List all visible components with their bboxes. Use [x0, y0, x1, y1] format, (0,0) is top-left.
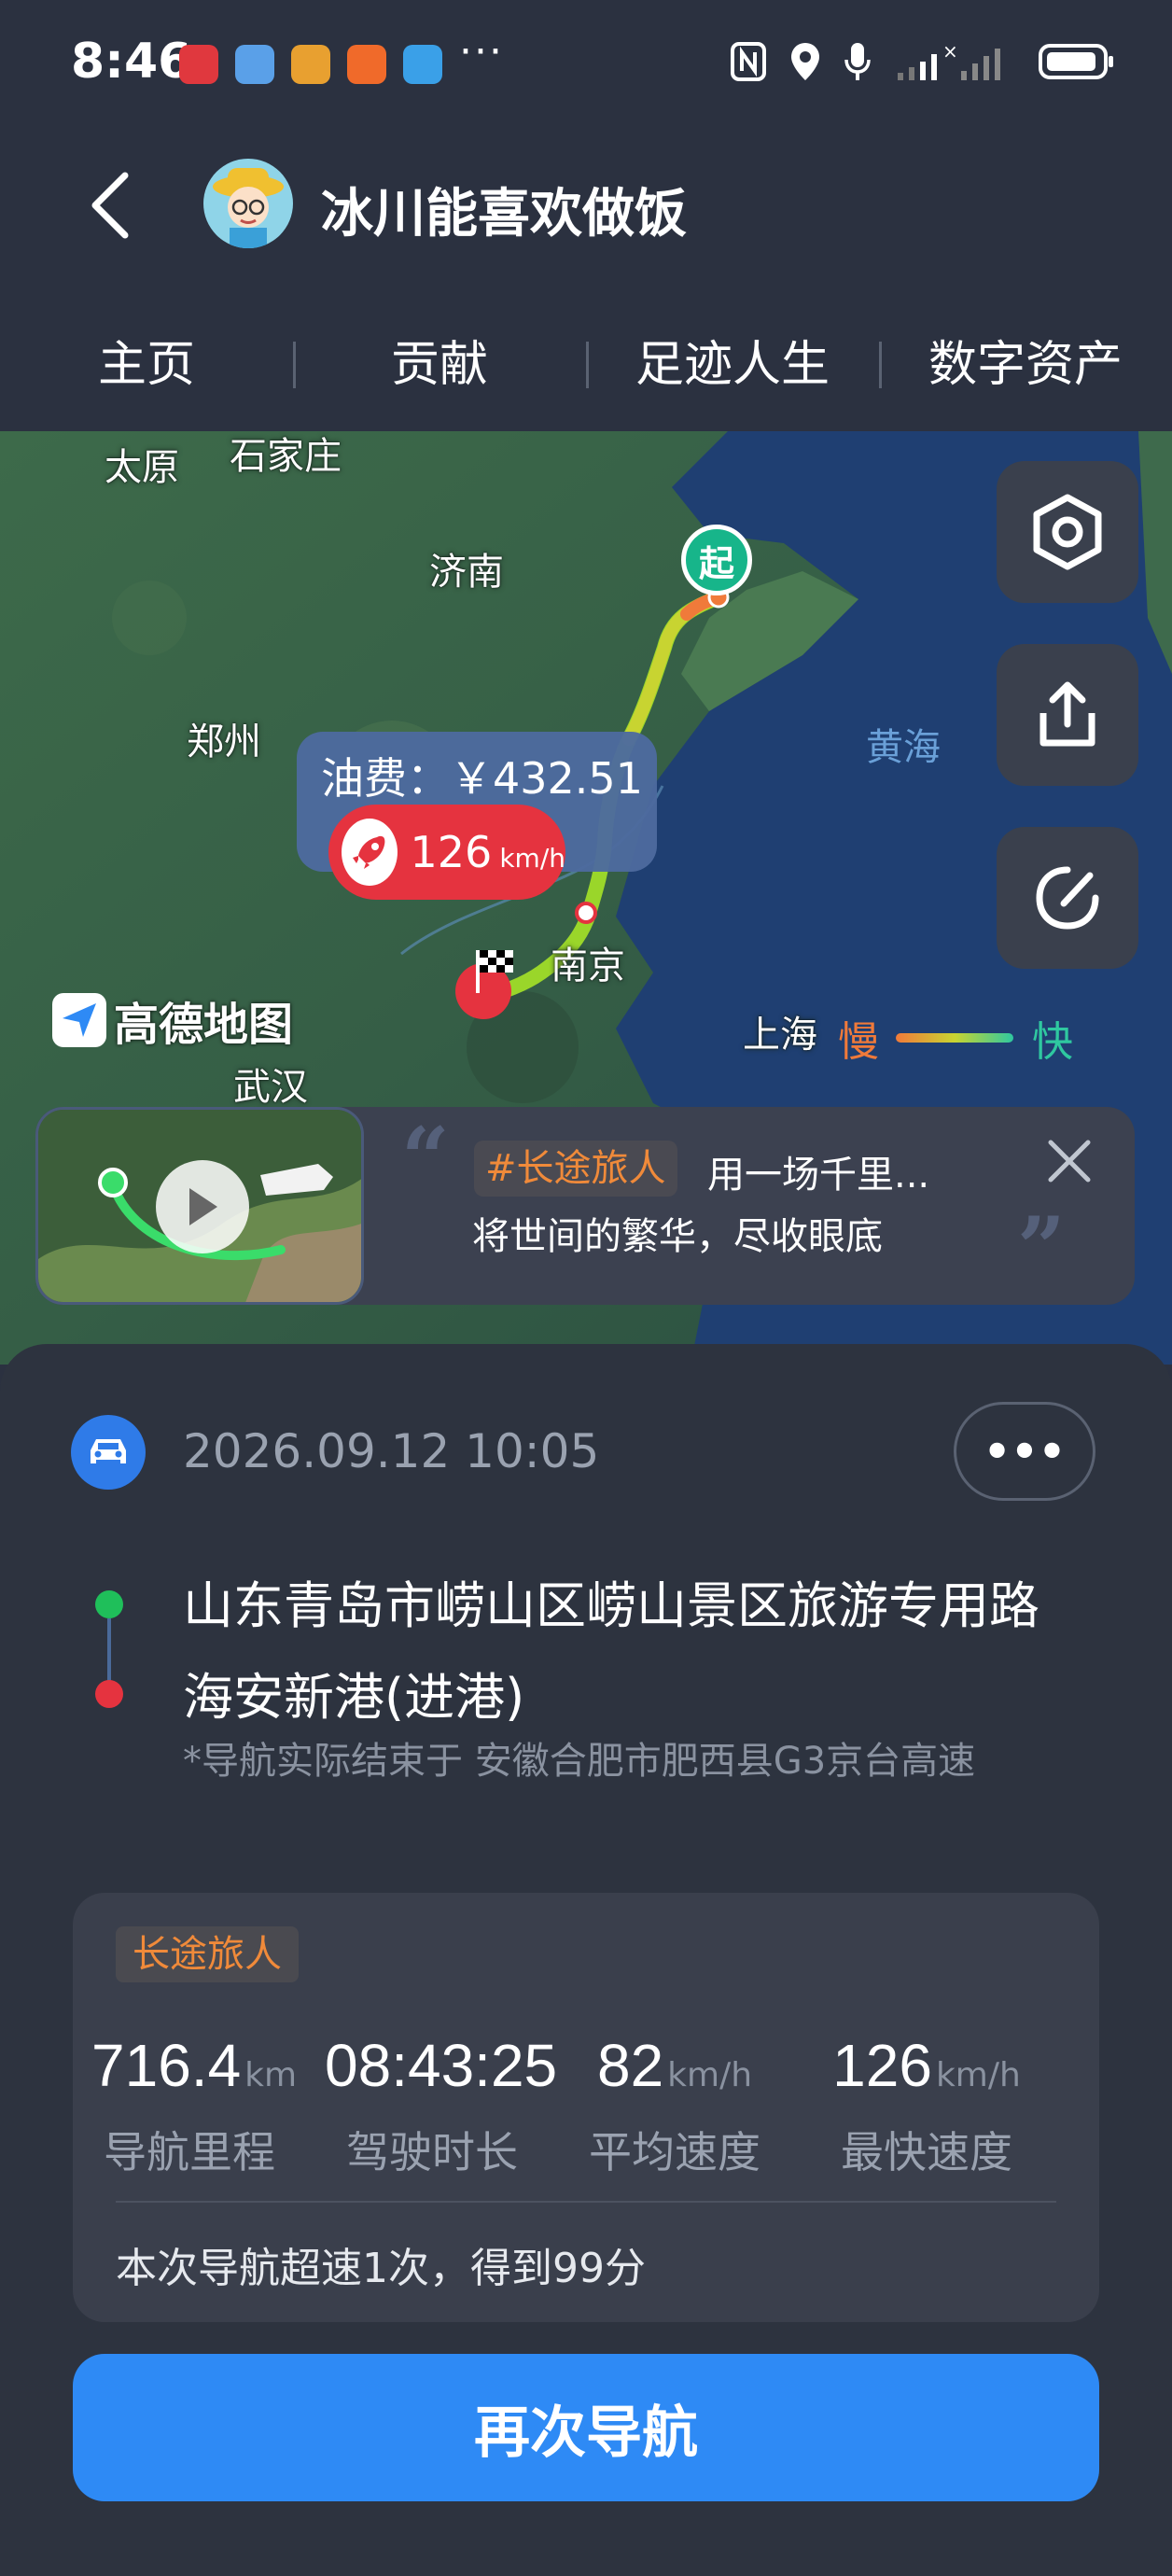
rocket-icon	[342, 819, 398, 886]
city-label: 太原	[105, 446, 179, 489]
stat-distance: 716.4 km 导航里程	[91, 2031, 297, 2180]
city-label: 南京	[551, 945, 625, 987]
status-time: 8:46	[71, 34, 192, 90]
app-notification-icon	[403, 45, 442, 84]
stat-label: 平均速度	[589, 2127, 760, 2177]
stat-unit: km/h	[667, 2056, 753, 2094]
stat-unit: km/h	[935, 2056, 1021, 2094]
car-icon	[71, 1415, 146, 1490]
promo-banner[interactable]: “ ” #长途旅人 用一场千里... 将世间的繁华，尽收眼底	[35, 1107, 1135, 1305]
settings-button[interactable]	[997, 461, 1138, 603]
stat-label: 驾驶时长	[346, 2127, 518, 2177]
status-bar: 8:46 ··· ×	[0, 0, 1172, 131]
chevron-left-icon[interactable]	[84, 168, 140, 243]
stat-label: 导航里程	[104, 2127, 275, 2177]
destination-dot	[95, 1680, 123, 1708]
stats-badge: 长途旅人	[116, 1926, 299, 1982]
open-quote-icon: “	[401, 1109, 450, 1208]
profile-header: 冰川能喜欢做饭	[0, 131, 1172, 271]
city-label: 武汉	[233, 1066, 308, 1109]
nfc-icon	[731, 42, 766, 81]
promo-hashtag[interactable]: #长途旅人	[474, 1141, 677, 1197]
play-icon[interactable]	[156, 1160, 249, 1253]
app-notification-icon	[179, 45, 218, 84]
weibo-icon	[291, 45, 330, 84]
app-root: 8:46 ··· × 冰川能喜欢做饭 主页 贡献 足迹人生 数字资产 太原 石家…	[0, 0, 1172, 2576]
speed-legend-slow: 慢	[838, 1018, 879, 1066]
trip-destination: 海安新港(进港)	[183, 1668, 525, 1727]
trip-detail-sheet: 2026.09.12 10:05 ••• 山东青岛市崂山区崂山景区旅游专用路 海…	[0, 1344, 1172, 2576]
start-marker[interactable]: 起	[681, 525, 752, 595]
sea-label: 黄海	[866, 726, 941, 769]
city-label: 石家庄	[230, 435, 342, 478]
stats-divider	[116, 2201, 1056, 2203]
svg-text:×: ×	[942, 41, 958, 63]
max-speed-value: 126	[410, 827, 493, 877]
navigate-again-button[interactable]: 再次导航	[73, 2354, 1099, 2501]
hexagon-settings-icon	[1033, 494, 1102, 570]
edit-icon	[1036, 866, 1099, 930]
stat-value: 08:43:25	[325, 2032, 558, 2099]
tab-footprint[interactable]: 足迹人生	[586, 325, 879, 395]
stat-label: 最快速度	[841, 2127, 1012, 2177]
speed-legend-fast: 快	[1032, 1018, 1073, 1066]
profile-tabs: 主页 贡献 足迹人生 数字资产	[0, 299, 1172, 420]
app-notification-icon	[347, 45, 386, 84]
location-icon	[791, 43, 819, 80]
amap-logo-icon	[52, 993, 106, 1047]
city-label: 郑州	[187, 721, 261, 763]
promo-text-line1: 用一场千里...	[707, 1154, 930, 1197]
stat-value: 126	[832, 2032, 932, 2099]
more-options-button[interactable]: •••	[954, 1402, 1095, 1501]
app-notification-icon	[235, 45, 274, 84]
stat-value: 716.4	[91, 2032, 242, 2099]
city-label: 济南	[429, 551, 504, 594]
stat-unit: km	[244, 2056, 298, 2094]
speeding-summary: 本次导航超速1次，得到99分	[116, 2245, 646, 2292]
amap-logo: 高德地图	[52, 987, 293, 1053]
fuel-cost-label: 油费：￥432.51	[321, 753, 643, 804]
close-icon[interactable]	[1041, 1133, 1097, 1189]
max-speed-unit: km/h	[499, 842, 565, 874]
more-notifications: ···	[459, 28, 504, 76]
tab-home[interactable]: 主页	[0, 325, 293, 395]
stat-avg-speed: 82 km/h 平均速度	[567, 2031, 782, 2180]
avatar[interactable]	[203, 159, 293, 248]
close-quote-icon: ”	[1017, 1198, 1066, 1297]
trip-datetime: 2026.09.12 10:05	[183, 1424, 600, 1478]
stat-duration: 08:43:25 驾驶时长	[325, 2031, 557, 2180]
max-speed-bubble[interactable]: 126 km/h	[328, 805, 565, 900]
tab-contribution[interactable]: 贡献	[293, 325, 586, 395]
trip-stats-card: 长途旅人 716.4 km 导航里程 08:43:25 驾驶时长 82 km/h 平…	[73, 1893, 1099, 2322]
promo-text-line2: 将世间的繁华，尽收眼底	[472, 1215, 883, 1258]
speed-legend-bar	[896, 1033, 1013, 1043]
tab-digital-assets[interactable]: 数字资产	[879, 325, 1172, 395]
battery-icon	[1039, 44, 1113, 79]
edit-button[interactable]	[997, 827, 1138, 969]
stat-max-speed: 126 km/h 最快速度	[810, 2031, 1043, 2180]
trip-end-note: *导航实际结束于 安徽合肥市肥西县G3京台高速	[183, 1740, 976, 1783]
mic-icon	[844, 43, 871, 80]
username: 冰川能喜欢做饭	[321, 184, 687, 245]
share-button[interactable]	[997, 644, 1138, 786]
city-label: 上海	[743, 1014, 817, 1057]
amap-logo-text: 高德地图	[114, 999, 294, 1051]
stat-value: 82	[596, 2032, 664, 2099]
promo-video-thumbnail[interactable]	[35, 1107, 364, 1305]
share-icon	[1039, 681, 1095, 747]
signal-icon: ×	[898, 41, 1000, 80]
trip-origin: 山东青岛市崂山区崂山景区旅游专用路	[183, 1576, 1039, 1635]
origin-dot	[95, 1590, 123, 1618]
